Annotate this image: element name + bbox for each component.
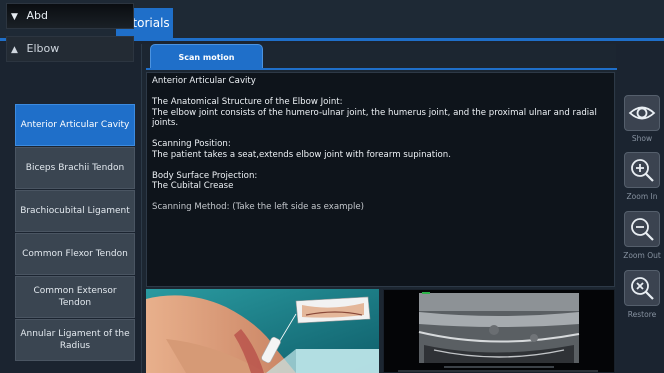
sidebar-item-biceps-brachii-tendon[interactable]: Biceps Brachii Tendon: [15, 147, 135, 189]
restore-label: Restore: [627, 310, 657, 319]
chevron-up-icon: ▲: [11, 45, 18, 55]
sidebar-item-annular-ligament-radius[interactable]: Annular Ligament of the Radius: [15, 319, 135, 361]
category-elbow[interactable]: ▲ Elbow: [6, 36, 134, 62]
tutorial-paragraph: Scanning Position: The patient takes a s…: [152, 139, 451, 160]
ultrasound-image: [383, 289, 615, 373]
zoom-in-icon: [631, 159, 654, 182]
restore-button[interactable]: [624, 270, 660, 306]
category-abd[interactable]: ▼ Abd: [6, 3, 134, 29]
tutorial-text-panel[interactable]: Anterior Articular Cavity The Anatomical…: [146, 72, 615, 287]
show-button[interactable]: [624, 95, 660, 131]
tab-scan-motion[interactable]: Scan motion: [150, 44, 263, 69]
eye-icon: [628, 106, 656, 120]
tool-column: Show Zoom In Zoom Out Restore: [620, 95, 664, 373]
zoom-out-button[interactable]: [624, 211, 660, 247]
tutorial-paragraph: The Anatomical Structure of the Elbow Jo…: [152, 96, 597, 129]
tutorial-title: Anterior Articular Cavity: [152, 76, 256, 86]
scan-position-illustration: [146, 289, 379, 373]
sidebar-item-label: Anterior Articular Cavity: [20, 120, 130, 130]
sidebar-item-brachiocubital-ligament[interactable]: Brachiocubital Ligament: [15, 190, 135, 232]
sub-tab-underline: [146, 68, 617, 70]
zoom-in-button[interactable]: [624, 152, 660, 188]
chevron-down-icon: ▼: [11, 12, 18, 22]
sidebar-item-label: Brachiocubital Ligament: [20, 206, 130, 216]
content-panel: Scan motion Anterior Articular Cavity Th…: [141, 44, 617, 373]
arm-probe-illustration: [146, 289, 379, 373]
show-label: Show: [631, 134, 653, 143]
category-label: Elbow: [26, 42, 60, 55]
sidebar-item-label: Annular Ligament of the Radius: [20, 329, 130, 351]
tutorial-paragraph: Scanning Method: (Take the left side as …: [152, 202, 364, 213]
zoom-in-label: Zoom In: [626, 192, 658, 201]
sidebar-item-label: Biceps Brachii Tendon: [25, 163, 125, 173]
sidebar-item-label: Common Extensor Tendon: [33, 286, 117, 308]
sidebar-item-common-flexor-tendon[interactable]: Common Flexor Tendon: [15, 233, 135, 275]
category-label: Abd: [26, 9, 49, 22]
tutorial-paragraph: Body Surface Projection: The Cubital Cre…: [152, 170, 258, 192]
restore-icon: [631, 277, 654, 300]
ultrasound-scan-graphic: [384, 290, 614, 372]
sidebar-item-anterior-articular-cavity[interactable]: Anterior Articular Cavity: [15, 104, 135, 146]
sidebar-item-label: Common Flexor Tendon: [22, 249, 128, 259]
zoom-out-label: Zoom Out: [623, 251, 661, 260]
sidebar-item-common-extensor-tendon[interactable]: Common Extensor Tendon: [15, 276, 135, 318]
zoom-out-icon: [631, 218, 654, 241]
